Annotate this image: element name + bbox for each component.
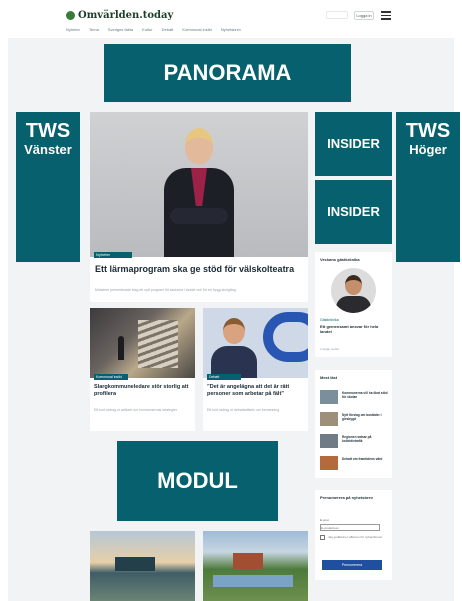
news-item-text: Kommunerna vill ha ökat stöd för skolan	[342, 391, 388, 399]
ad-tws-right-label: TWS	[405, 120, 451, 142]
nav-item-3[interactable]: Kultur	[142, 27, 152, 32]
news-item[interactable]: Kommunerna vill ha ökat stöd för skolan	[320, 390, 390, 406]
columnist-card[interactable]: Veckans gästkrönika Gästkrönika Ett geme…	[315, 252, 392, 357]
news-thumbnail	[320, 412, 338, 426]
ad-tws-right[interactable]: TWS Höger	[396, 112, 460, 262]
news-item[interactable]: Debatt om framtidens vård	[320, 456, 390, 472]
article-title[interactable]: ”Det är angelägna att det är rätt person…	[207, 384, 305, 398]
columnist-card-title: Veckans gästkrönika	[320, 257, 360, 262]
news-item-text: Nytt förslag om bostäder i glesbygd	[342, 413, 382, 421]
ad-tws-right-sub: Höger	[409, 142, 447, 157]
columnist-meta: 2 dagar sedan	[320, 347, 340, 351]
ad-modul-label: MODUL	[157, 468, 238, 494]
nav-item-0[interactable]: Nyheter	[66, 27, 80, 32]
globe-icon	[66, 11, 75, 20]
article-card-right[interactable]: Debatt ”Det är angelägna att det är rätt…	[203, 308, 308, 431]
menu-icon[interactable]	[381, 11, 391, 20]
main-article-card[interactable]: Nyheter Ett lärmaprogram ska ge stöd för…	[90, 112, 308, 302]
most-read-card: Mest läst Kommunerna vill ha ökat stöd f…	[315, 370, 392, 478]
person-portrait	[164, 124, 234, 257]
article-tag[interactable]: Debatt	[207, 374, 241, 380]
article-tag[interactable]: Nyheter	[94, 252, 132, 258]
ad-insider-1-label: INSIDER	[327, 135, 380, 151]
newsletter-subscribe-button[interactable]: Prenumerera	[322, 560, 382, 570]
article-card-left[interactable]: Kommunal insikt Slargkommuneledare stör …	[90, 308, 195, 431]
article-subtitle: Ett kort utdrag ur artikeln om kommunern…	[94, 408, 177, 412]
nav-item-4[interactable]: Debatt	[162, 27, 174, 32]
search-input[interactable]	[326, 11, 348, 19]
news-item-text: Debatt om framtidens vård	[342, 457, 383, 461]
columnist-headline[interactable]: Ett gemensamt ansvar för hela landet	[320, 324, 388, 334]
news-item-text: Regionen satsar på kollektivtrafik	[342, 435, 372, 443]
main-article-image	[90, 112, 308, 257]
news-thumbnail	[320, 434, 338, 448]
news-thumbnail	[320, 456, 338, 470]
ad-insider-1[interactable]: INSIDER	[315, 112, 392, 176]
newsletter-email-label: E-post	[320, 518, 329, 522]
ad-tws-left[interactable]: TWS Vänster	[16, 112, 80, 262]
bottom-article-image-right[interactable]	[203, 531, 308, 601]
nav-item-1[interactable]: Tema	[89, 27, 99, 32]
article-image-portrait	[203, 308, 308, 378]
nav-item-6[interactable]: Nyhetsbrev	[221, 27, 241, 32]
article-tag[interactable]: Kommunal insikt	[94, 374, 128, 380]
ad-tws-left-label: TWS	[25, 120, 71, 142]
ad-modul[interactable]: MODUL	[117, 441, 278, 521]
news-item[interactable]: Regionen satsar på kollektivtrafik	[320, 434, 390, 450]
article-image-stage	[90, 308, 195, 378]
newsletter-card: Prenumerera på nyhetsbrev E-post Jag god…	[315, 490, 392, 580]
main-article-subtitle: Ministern presenterade idag ett nytt pro…	[95, 288, 236, 292]
columnist-avatar	[331, 268, 376, 313]
main-nav: Nyheter Tema Sveriges fakta Kultur Debat…	[66, 27, 241, 32]
ad-insider-2[interactable]: INSIDER	[315, 180, 392, 244]
newsletter-consent-text: Jag godkänner villkoren för nyhetsbrevet	[328, 535, 383, 539]
logo-text: Omvärlden.today	[78, 10, 174, 21]
columnist-kicker: Gästkrönika	[320, 318, 339, 322]
ad-insider-2-label: INSIDER	[327, 203, 380, 219]
newsletter-title: Prenumerera på nyhetsbrev	[320, 495, 373, 500]
article-subtitle: Ett kort utdrag ur debattartikeln om bem…	[207, 408, 280, 412]
article-title[interactable]: Slargkommuneledare stör storlig att prof…	[94, 384, 192, 398]
ad-panorama[interactable]: PANORAMA	[104, 44, 351, 102]
bottom-article-image-left[interactable]	[90, 531, 195, 601]
site-header: Omvärlden.today Nyheter Tema Sveriges fa…	[0, 0, 462, 36]
site-logo[interactable]: Omvärlden.today	[66, 10, 173, 21]
nav-item-5[interactable]: Kommunal insikt	[182, 27, 211, 32]
news-thumbnail	[320, 390, 338, 404]
newsletter-email-input[interactable]	[320, 524, 380, 531]
ad-tws-left-sub: Vänster	[24, 142, 72, 157]
login-button[interactable]: Logga in	[354, 11, 374, 20]
nav-item-2[interactable]: Sveriges fakta	[108, 27, 133, 32]
most-read-title: Mest läst	[320, 375, 338, 380]
main-article-title[interactable]: Ett lärmaprogram ska ge stöd för välskol…	[95, 264, 303, 275]
ad-panorama-label: PANORAMA	[163, 60, 292, 86]
newsletter-consent-checkbox[interactable]	[320, 535, 325, 540]
news-item[interactable]: Nytt förslag om bostäder i glesbygd	[320, 412, 390, 428]
